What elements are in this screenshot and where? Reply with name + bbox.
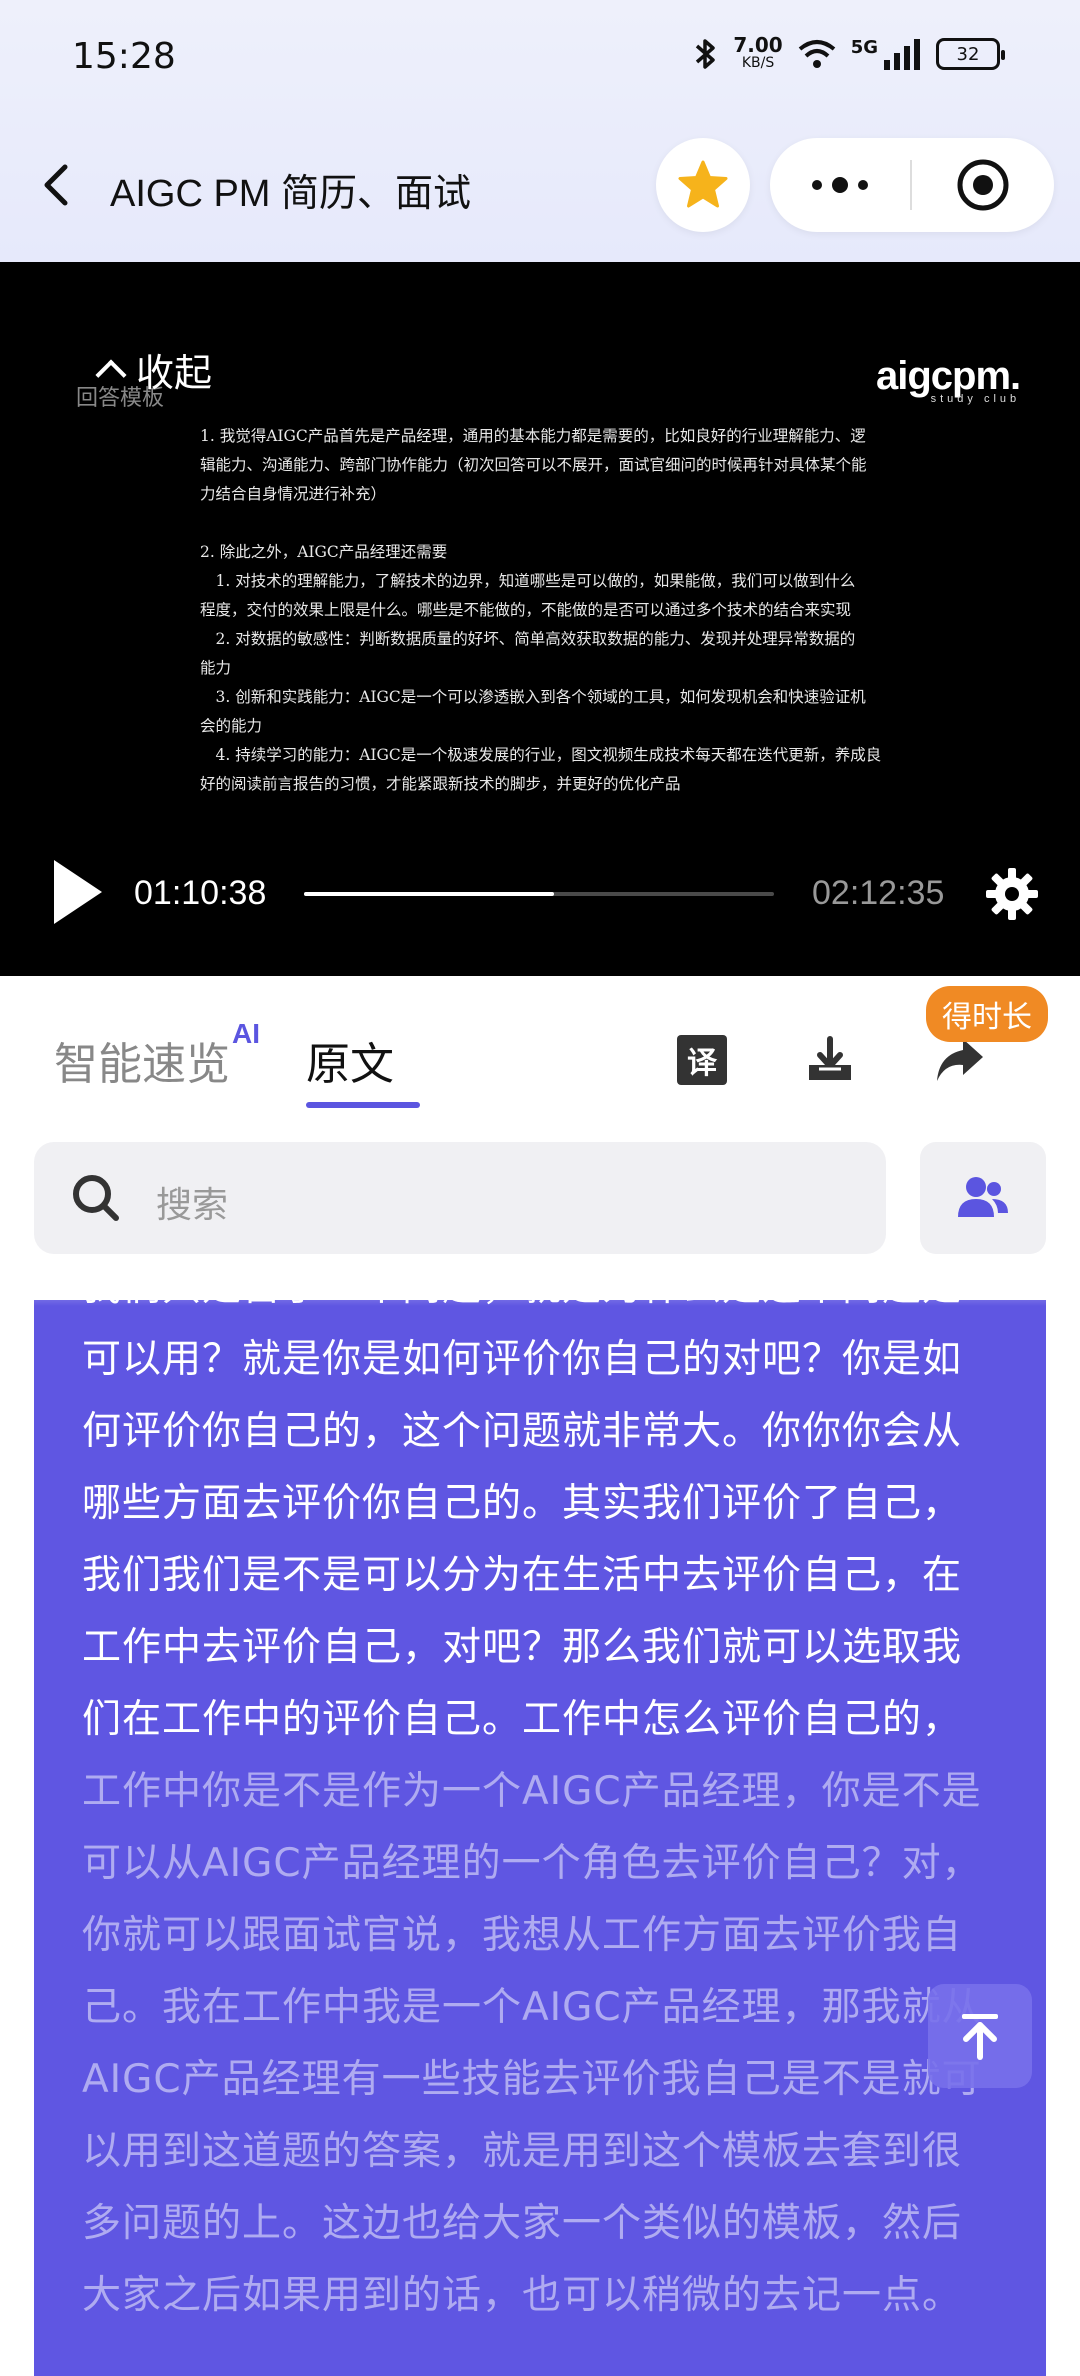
play-icon[interactable] [54,860,102,924]
more-button[interactable] [770,138,910,232]
favorite-button[interactable] [656,138,750,232]
mini-program-capsule [770,138,1054,232]
more-dot [832,177,848,193]
search-icon [73,1175,119,1221]
slide-line: 辑能力、沟通能力、跨部门协作能力（初次回答可以不展开，面试官细问的时候再针对具体… [200,456,867,474]
chevron-up-icon [95,358,127,391]
progress-fill [304,892,555,896]
share-icon [937,1039,983,1081]
search-input[interactable]: 搜索 [156,1176,228,1228]
target-icon [957,159,1009,211]
slide-line: 好的阅读前言报告的习惯，才能紧跟新技术的脚步，并更好的优化产品 [200,775,681,793]
back-button[interactable] [36,160,76,210]
slide-line: 1. 我觉得AIGC产品首先是产品经理，通用的基本能力都是需要的，比如良好的行业… [200,427,866,445]
battery-icon: 32 [936,38,1005,70]
download-button[interactable] [798,1028,862,1092]
player-controls: 01:10:38 02:12:35 [0,852,1080,932]
slide-line [200,509,900,538]
users-icon [958,1177,1008,1217]
bluetooth-icon [696,39,716,69]
scroll-fade [0,1256,1080,1306]
star-icon [678,160,728,208]
signal-type: 5G [850,36,878,58]
slide-content: 1. 我觉得AIGC产品首先是产品经理，通用的基本能力都是需要的，比如良好的行业… [200,422,900,799]
tab-ai-summary-label: 智能速览 [54,1039,230,1090]
slide-line: 能力 [200,659,232,677]
more-dot [858,180,868,190]
transcript-card: 我们只是留了一个问题，就是为什么是这个问题是可以用？就是你是如何评价你自己的对吧… [34,1300,1046,2376]
transcript-panel[interactable]: 我们只是留了一个问题，就是为什么是这个问题是可以用？就是你是如何评价你自己的对吧… [34,1300,1046,2376]
wifi-icon [798,40,835,68]
video-player[interactable]: 回答模板 收起 aigcpm. study club 1. 我觉得AIGC产品首… [0,262,1080,976]
slide-line: 4. 持续学习的能力：AIGC是一个极速发展的行业，图文视频生成技术每天都在迭代… [200,746,882,764]
top-bar: 15:28 7.00 KB/S 5G 32 AIGC PM 简历、面试 [0,0,1080,262]
active-tab-indicator [306,1102,420,1108]
transcript-text[interactable]: 我们只是留了一个问题，就是为什么是这个问题是可以用？就是你是如何评价你自己的对吧… [82,1300,998,2332]
more-dot [812,180,822,190]
collapse-label: 收起 [136,351,213,395]
collapse-button[interactable]: 收起 [95,342,213,397]
slide-line: 2. 对数据的敏感性：判断数据质量的好坏、简单高效获取数据的能力、发现并处理异常… [200,630,856,648]
total-duration: 02:12:35 [812,874,945,912]
transcript-read-text: 我们只是留了一个问题，就是为什么是这个问题是可以用？就是你是如何评价你自己的对吧… [82,1300,963,1742]
slide-line: 力结合自身情况进行补充） [200,485,387,503]
status-time: 15:28 [72,36,176,77]
network-speed: 7.00 KB/S [733,33,783,71]
current-time: 01:10:38 [134,874,267,912]
slide-line: 1. 对技术的理解能力，了解技术的边界，知道哪些是可以做的，如果能做，我们可以做… [200,572,856,590]
gear-icon[interactable] [982,864,1042,924]
search-bar[interactable]: 搜索 [34,1142,886,1254]
reward-badge[interactable]: 得时长 [926,986,1048,1042]
content-tabs: 智能速览 AI 原文 译 得时长 [0,976,1080,1116]
status-icons: 7.00 KB/S 5G 32 [693,33,1005,72]
speaker-filter-button[interactable] [920,1142,1046,1254]
close-miniprogram-button[interactable] [912,157,1054,213]
download-icon [809,1036,851,1080]
slide-line: 3. 创新和实践能力：AIGC是一个可以渗透嵌入到各个领域的工具，如何发现机会和… [200,688,866,706]
translate-button[interactable]: 译 [670,1028,734,1092]
slide-line: 2. 除此之外，AIGC产品经理还需要 [200,543,448,561]
slide-line: 会的能力 [200,717,263,735]
arrow-up-icon [962,2014,998,2060]
title-bar: AIGC PM 简历、面试 [0,130,1080,240]
brand-logo: aigcpm. study club [876,354,1021,405]
translate-icon: 译 [677,1035,727,1085]
tab-original[interactable]: 原文 [306,1028,394,1092]
transcript-unread-text: 工作中你是不是作为一个AIGC产品经理，你是不是可以从AIGC产品经理的一个角色… [82,1769,982,2318]
tab-ai-summary[interactable]: 智能速览 AI [54,1018,260,1092]
brand-name: aigcpm. [876,354,1021,398]
chevron-left-icon [44,164,68,206]
progress-slider[interactable] [304,892,774,896]
signal-bars-icon [884,39,920,70]
slide-line: 程度，交付的效果上限是什么。哪些是不能做的，不能做的是否可以通过多个技术的结合来… [200,601,852,619]
status-bar: 15:28 7.00 KB/S 5G 32 [0,0,1080,120]
back-to-top-button[interactable] [928,1984,1032,2088]
ai-badge: AI [232,1018,260,1049]
page-title: AIGC PM 简历、面试 [110,173,472,215]
